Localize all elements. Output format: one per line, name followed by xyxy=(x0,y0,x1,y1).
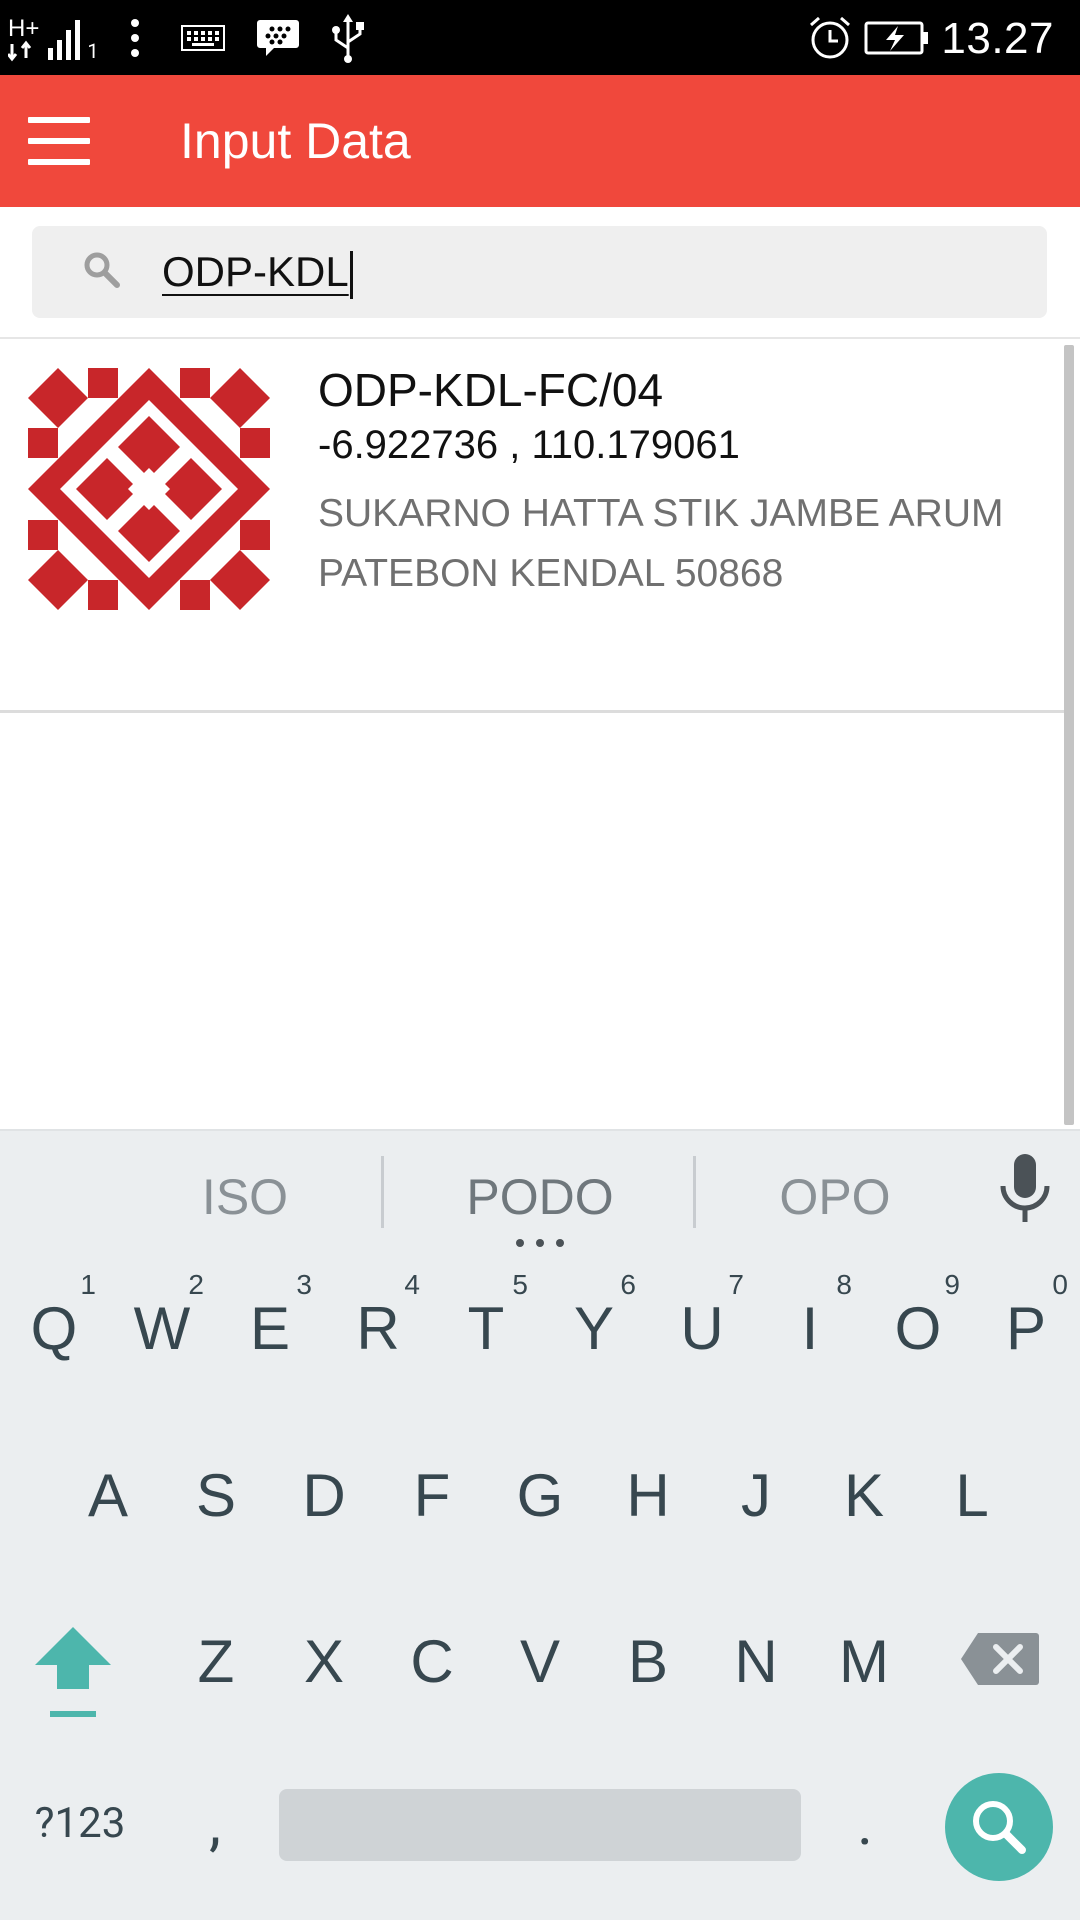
key-y[interactable]: 6Y xyxy=(544,1249,644,1399)
alarm-icon xyxy=(808,10,852,66)
key-l[interactable]: L xyxy=(922,1416,1022,1566)
comma-key[interactable]: , xyxy=(175,1759,255,1889)
key-v[interactable]: V xyxy=(490,1582,590,1732)
key-p[interactable]: 0P xyxy=(976,1249,1076,1399)
key-b[interactable]: B xyxy=(598,1582,698,1732)
keyboard-search-button[interactable] xyxy=(945,1773,1053,1881)
space-bar[interactable] xyxy=(279,1789,801,1861)
red-diamond-quilt-logo xyxy=(28,368,270,610)
microphone-icon[interactable] xyxy=(995,1146,1055,1236)
symbols-key[interactable]: ?123 xyxy=(10,1759,150,1889)
key-n[interactable]: N xyxy=(706,1582,806,1732)
suggestion-3[interactable]: OPO xyxy=(710,1131,960,1251)
key-s[interactable]: S xyxy=(166,1416,266,1566)
key-w[interactable]: 2W xyxy=(112,1249,212,1399)
search-bar: ODP-KDL xyxy=(0,207,1080,339)
suggestion-strip: ISO PODO OPO xyxy=(0,1129,1080,1249)
network-hplus-icon: H+ xyxy=(8,10,83,66)
more-dots-icon xyxy=(120,10,150,66)
status-time: 13.27 xyxy=(941,14,1054,63)
suggestion-1[interactable]: ISO xyxy=(130,1131,360,1251)
key-x[interactable]: X xyxy=(274,1582,374,1732)
key-t[interactable]: 5T xyxy=(436,1249,536,1399)
key-u[interactable]: 7U xyxy=(652,1249,752,1399)
svg-text:H+: H+ xyxy=(8,15,39,42)
item-coordinates: -6.922736 , 110.179061 xyxy=(318,423,740,467)
sim-indicator: 1 xyxy=(87,39,99,63)
key-f[interactable]: F xyxy=(382,1416,482,1566)
key-r[interactable]: 4R xyxy=(328,1249,428,1399)
shift-icon[interactable] xyxy=(28,1619,118,1729)
key-o[interactable]: 9O xyxy=(868,1249,968,1399)
text-caret xyxy=(349,250,353,299)
suggestion-divider xyxy=(693,1156,696,1228)
key-h[interactable]: H xyxy=(598,1416,698,1566)
period-key[interactable]: . xyxy=(820,1759,910,1889)
status-bar: H+ 1 13.27 xyxy=(0,0,1080,75)
key-z[interactable]: Z xyxy=(166,1582,266,1732)
list-item[interactable]: ODP-KDL-FC/04 -6.922736 , 110.179061 SUK… xyxy=(0,339,1064,713)
keyboard-icon xyxy=(180,10,226,66)
usb-icon xyxy=(328,10,368,66)
key-e[interactable]: 3E xyxy=(220,1249,320,1399)
key-i[interactable]: 8I xyxy=(760,1249,860,1399)
search-icon xyxy=(82,250,122,290)
soft-keyboard: 1Q 2W 3E 4R 5T 6Y 7U 8I 9O 0P A S D F G … xyxy=(0,1249,1080,1920)
results-list: ODP-KDL-FC/04 -6.922736 , 110.179061 SUK… xyxy=(0,339,1080,1129)
suggestion-more-dots[interactable] xyxy=(516,1239,564,1247)
key-g[interactable]: G xyxy=(490,1416,590,1566)
key-m[interactable]: M xyxy=(814,1582,914,1732)
key-j[interactable]: J xyxy=(706,1416,806,1566)
key-c[interactable]: C xyxy=(382,1582,482,1732)
item-address: SUKARNO HATTA STIK JAMBE ARUM PATEBON KE… xyxy=(318,492,1004,595)
suggestion-divider xyxy=(381,1156,384,1228)
key-k[interactable]: K xyxy=(814,1416,914,1566)
search-input-value: ODP-KDL xyxy=(162,226,353,318)
key-d[interactable]: D xyxy=(274,1416,374,1566)
search-icon xyxy=(973,1801,1026,1854)
scrollbar[interactable] xyxy=(1064,345,1074,1125)
backspace-icon[interactable] xyxy=(960,1619,1040,1699)
key-a[interactable]: A xyxy=(58,1416,158,1566)
suggestion-2[interactable]: PODO xyxy=(400,1131,680,1251)
hamburger-menu-icon[interactable] xyxy=(28,117,90,165)
page-title: Input Data xyxy=(180,113,411,169)
item-title: ODP-KDL-FC/04 xyxy=(318,364,664,416)
search-input[interactable]: ODP-KDL xyxy=(32,226,1047,318)
key-q[interactable]: 1Q xyxy=(4,1249,104,1399)
battery-charging-icon xyxy=(864,10,930,66)
app-bar: Input Data xyxy=(0,75,1080,207)
bbm-icon xyxy=(254,10,302,66)
